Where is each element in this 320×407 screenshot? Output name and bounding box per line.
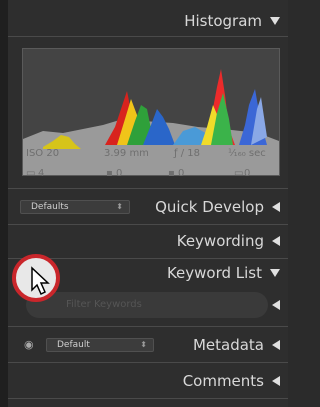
collapse-down-icon[interactable] (270, 269, 280, 277)
dropdown-arrows-icon: ⬍ (140, 340, 147, 349)
comments-header[interactable]: Comments (8, 368, 288, 394)
crop-count: 4 (38, 168, 45, 179)
dropdown-arrows-icon: ⬍ (116, 202, 123, 211)
quick-develop-title: Quick Develop (155, 198, 264, 216)
divider (8, 362, 288, 363)
divider (8, 188, 288, 189)
divider (8, 224, 288, 225)
expand-left-icon[interactable] (272, 300, 280, 310)
right-panel-group: Histogram ISO 20 3.99 mm ƒ / 18 ¹⁄₁₆₀ se… (0, 0, 288, 407)
shutter-value: ¹⁄₁₆₀ sec (228, 148, 266, 159)
dropdown-value: Defaults (31, 202, 69, 212)
keywording-header[interactable]: Keywording (8, 228, 288, 254)
tool-a-count: 0 (116, 168, 123, 179)
keywording-title: Keywording (176, 232, 264, 250)
tool-b-count: 0 (178, 168, 185, 179)
metadata-title: Metadata (192, 336, 264, 354)
pointer-cursor-icon (31, 266, 50, 296)
crop-icon[interactable]: ▭ (26, 168, 35, 179)
comments-title: Comments (182, 372, 264, 390)
keyword-filter-placeholder: Filter Keywords (66, 299, 142, 310)
eye-icon[interactable]: ◉ (24, 338, 34, 351)
dropdown-value: Default (57, 340, 90, 350)
aperture-value: ƒ / 18 (174, 148, 200, 159)
expand-left-icon[interactable] (272, 236, 280, 246)
quick-develop-preset-dropdown[interactable]: Defaults ⬍ (20, 200, 130, 214)
histogram-header[interactable]: Histogram (8, 10, 288, 32)
tool-c-icon[interactable]: ▭ (234, 168, 243, 179)
divider (8, 326, 288, 327)
keyword-filter-input[interactable]: Filter Keywords (26, 292, 268, 318)
expand-left-icon[interactable] (272, 202, 280, 212)
metadata-preset-dropdown[interactable]: Default ⬍ (46, 338, 154, 352)
focal-length-value: 3.99 mm (104, 148, 149, 159)
keyword-list-title: Keyword List (166, 264, 262, 282)
expand-left-icon[interactable] (272, 376, 280, 386)
divider (8, 398, 288, 399)
divider (8, 36, 288, 37)
tool-a-icon[interactable]: ▪ (106, 168, 113, 179)
exif-info: ISO 20 3.99 mm ƒ / 18 ¹⁄₁₆₀ sec (22, 145, 280, 163)
tool-c-count: 0 (244, 168, 251, 179)
iso-value: ISO 20 (26, 148, 60, 159)
tool-b-icon[interactable]: ▪ (168, 168, 175, 179)
histogram-title: Histogram (184, 12, 262, 30)
expand-left-icon[interactable] (272, 340, 280, 350)
histogram-tools: ▭ 4 ▪ 0 ▪ 0 ▭ 0 (22, 166, 280, 184)
collapse-down-icon[interactable] (270, 17, 280, 25)
